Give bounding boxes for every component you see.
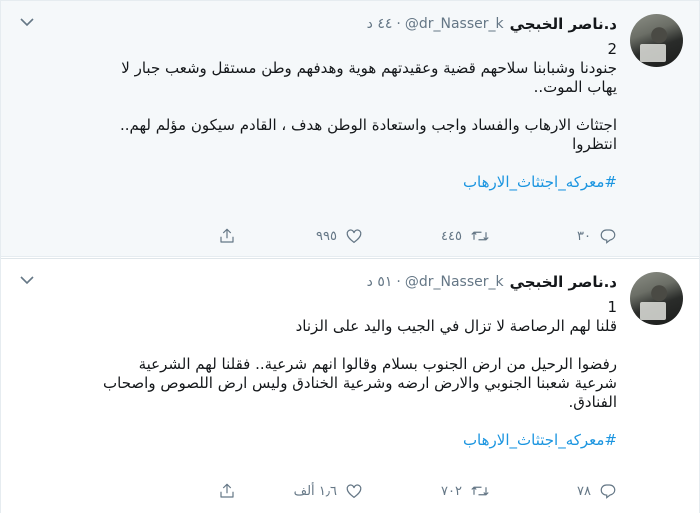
tweet-timeline: د.ناصر الخبجي @dr_Nasser_k · ٤٤ د 2 جنود…	[0, 0, 700, 513]
like-count: ١٫٦ ألف	[293, 483, 337, 499]
share-button[interactable]	[109, 480, 236, 502]
tweet-text-line: يهاب الموت..	[533, 78, 617, 96]
reply-count: ٧٨	[577, 483, 591, 499]
tweet-text-line: رفضوا الرحيل من ارض الجنوب بسلام وقالوا …	[138, 355, 617, 373]
separator-dot: ·	[396, 16, 401, 32]
heart-icon	[346, 229, 362, 244]
tweet-actions: ٣٠ ٤٤٥ ٩٩٥	[109, 225, 617, 247]
thread-number: 2	[607, 40, 617, 58]
retweet-button[interactable]: ٧٠٢	[363, 480, 490, 502]
chevron-down-icon[interactable]	[19, 272, 35, 288]
share-icon	[220, 228, 234, 243]
hashtag-link[interactable]: #معركه_اجتثاث_الارهاب	[19, 173, 617, 192]
like-count: ٩٩٥	[316, 228, 337, 244]
tweet-text-line: قلنا لهم الرصاصة لا تزال في الجيب واليد …	[295, 317, 617, 335]
tweet-text: 1 قلنا لهم الرصاصة لا تزال في الجيب والي…	[19, 298, 617, 450]
tweet-text-line: انتظروا	[572, 135, 617, 153]
retweet-count: ٧٠٢	[441, 483, 462, 499]
like-button[interactable]: ٩٩٥	[236, 225, 363, 247]
reply-icon	[600, 229, 616, 244]
reply-button[interactable]: ٧٨	[490, 480, 617, 502]
display-name[interactable]: د.ناصر الخبجي	[510, 15, 617, 33]
like-button[interactable]: ١٫٦ ألف	[236, 480, 363, 502]
display-name[interactable]: د.ناصر الخبجي	[510, 273, 617, 291]
share-icon	[220, 483, 234, 498]
hashtag-link[interactable]: #معركه_اجتثاث_الارهاب	[19, 431, 617, 450]
chevron-down-icon[interactable]	[19, 14, 35, 30]
tweet-text-line: جنودنا وشبابنا سلاحهم قضية وعقيدتهم هوية…	[121, 59, 617, 77]
user-handle[interactable]: @dr_Nasser_k	[405, 274, 504, 290]
tweet[interactable]: د.ناصر الخبجي @dr_Nasser_k · ٥١ د 1 قلنا…	[1, 258, 699, 513]
tweet-timestamp[interactable]: ٥١ د	[367, 274, 393, 290]
tweet-text: 2 جنودنا وشبابنا سلاحهم قضية وعقيدتهم هو…	[19, 40, 617, 192]
tweet-header: د.ناصر الخبجي @dr_Nasser_k · ٤٤ د	[367, 13, 617, 35]
tweet-actions: ٧٨ ٧٠٢ ١٫٦ ألف	[109, 480, 617, 502]
share-button[interactable]	[109, 225, 236, 247]
tweet-text-line: شرعية شعبنا الجنوبي والارض ارضه وشرعية ا…	[103, 374, 617, 392]
tweet[interactable]: د.ناصر الخبجي @dr_Nasser_k · ٤٤ د 2 جنود…	[1, 1, 699, 257]
tweet-timestamp[interactable]: ٤٤ د	[367, 16, 393, 32]
avatar[interactable]	[630, 272, 683, 325]
retweet-icon	[471, 231, 489, 241]
heart-icon	[346, 484, 362, 499]
tweet-text-line: الفنادق.	[568, 393, 617, 411]
reply-count: ٣٠	[577, 228, 591, 244]
retweet-count: ٤٤٥	[441, 228, 462, 244]
retweet-icon	[471, 486, 489, 496]
thread-number: 1	[607, 298, 617, 316]
reply-icon	[600, 484, 616, 499]
tweet-text-line: اجتثاث الارهاب والفساد واجب واستعادة الو…	[119, 116, 617, 134]
tweet-header: د.ناصر الخبجي @dr_Nasser_k · ٥١ د	[367, 271, 617, 293]
separator-dot: ·	[396, 274, 401, 290]
reply-button[interactable]: ٣٠	[490, 225, 617, 247]
user-handle[interactable]: @dr_Nasser_k	[405, 16, 504, 32]
retweet-button[interactable]: ٤٤٥	[363, 225, 490, 247]
avatar[interactable]	[630, 14, 683, 67]
